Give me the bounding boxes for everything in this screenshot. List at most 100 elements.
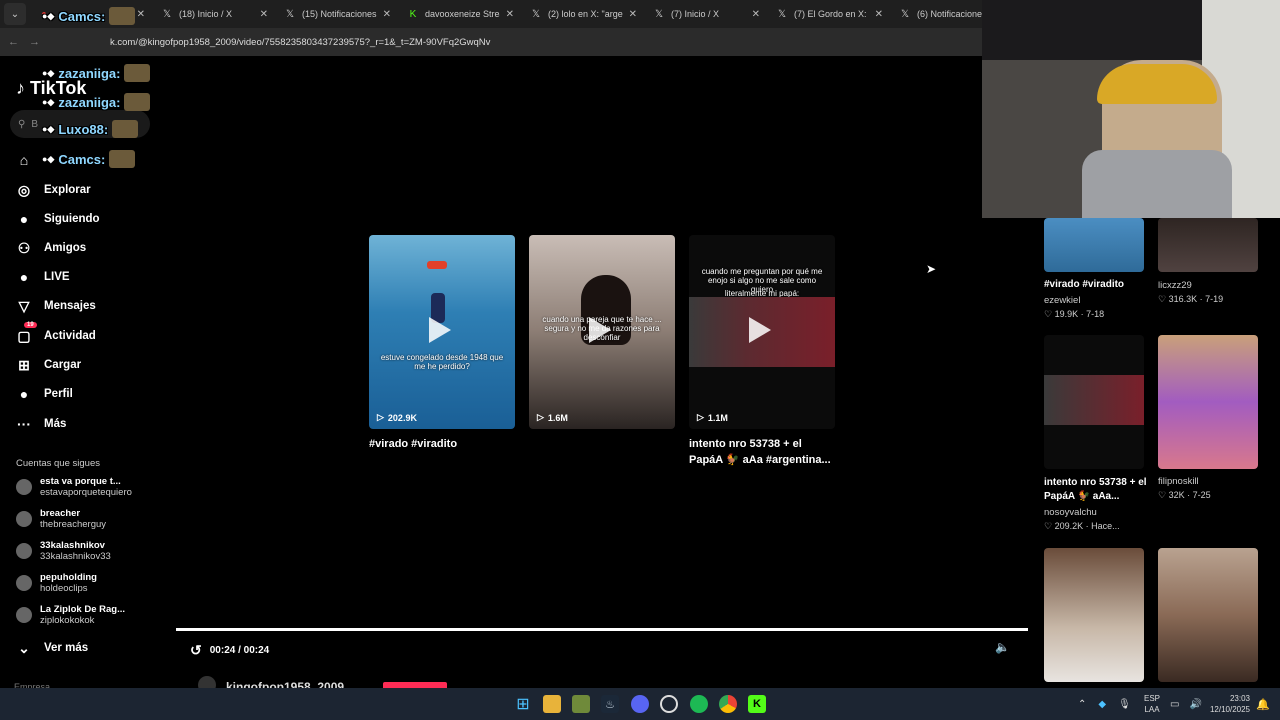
- defender-icon[interactable]: ◆: [1098, 699, 1106, 710]
- close-icon[interactable]: ✕: [752, 9, 760, 20]
- close-icon[interactable]: ✕: [875, 9, 883, 20]
- card-title-3[interactable]: intento nro 53738 + el PapáA 🐓 aAa #arge…: [689, 436, 835, 468]
- tab-4[interactable]: 𝕏 (2) lolo en X: "argenti... ✕: [522, 0, 645, 28]
- chat-emote-icon: [124, 64, 151, 82]
- close-icon[interactable]: ✕: [383, 9, 391, 20]
- avatar: [16, 607, 32, 623]
- chat-username: Luxo88:: [58, 121, 109, 137]
- related-video-3[interactable]: [1044, 335, 1144, 469]
- avatar: [16, 543, 32, 559]
- account-handle: thebreacherguy: [40, 519, 107, 530]
- volume-icon[interactable]: 🔈: [995, 640, 1010, 654]
- upload-icon: ⊞: [18, 356, 30, 373]
- account-handle: ziplokokokok: [40, 615, 95, 626]
- video-card-3[interactable]: cuando me preguntan por qué me enojo si …: [689, 235, 835, 429]
- tab-label: (7) El Gordo en X: "...: [794, 9, 869, 19]
- tray-icons: ▭ 🔊: [1170, 688, 1202, 720]
- view-count: ▷ 1.6M: [537, 412, 568, 423]
- avatar: [16, 479, 32, 495]
- spotify-icon[interactable]: [690, 695, 708, 713]
- discord-icon[interactable]: [631, 695, 649, 713]
- network-icon[interactable]: ▭: [1170, 699, 1179, 710]
- obs-icon[interactable]: [660, 695, 678, 713]
- kick-icon[interactable]: K: [748, 695, 766, 713]
- sidebar-item-más[interactable]: ··· Más: [16, 414, 66, 434]
- chat-emote-icon: [124, 93, 151, 111]
- forward-icon[interactable]: →: [29, 36, 40, 48]
- related-video-1[interactable]: [1044, 218, 1144, 272]
- x-logo-icon: 𝕏: [654, 8, 664, 20]
- related-video-5[interactable]: [1044, 548, 1144, 682]
- related-video-4[interactable]: [1158, 335, 1258, 469]
- chevron-down-icon: ⌄: [18, 639, 30, 656]
- tab-6[interactable]: 𝕏 (7) El Gordo en X: "... ✕: [768, 0, 891, 28]
- chat-badges-icon: ●◆: [42, 10, 55, 21]
- tab-label: (6) Notificaciones / X: [917, 9, 992, 19]
- play-small-icon: ▷: [537, 412, 544, 422]
- video-card-1[interactable]: estuve congelado desde 1948 que me he pe…: [369, 235, 515, 429]
- address-bar: ← → k.com/@kingofpop1958_2009/video/7558…: [0, 28, 982, 56]
- chevron-up-icon[interactable]: ⌃: [1078, 699, 1086, 710]
- close-icon[interactable]: ✕: [137, 9, 145, 20]
- progress-bar[interactable]: [176, 628, 1028, 631]
- card-title-1[interactable]: #virado #viradito: [369, 436, 515, 452]
- sidebar-item-siguiendo[interactable]: ● Siguiendo: [16, 209, 100, 229]
- sidebar-item-home[interactable]: ⌂: [16, 150, 32, 170]
- video-card-2[interactable]: cuando una pareja que te hace ... segura…: [529, 235, 675, 429]
- tab-1[interactable]: 𝕏 (18) Inicio / X ✕: [153, 0, 276, 28]
- sidebar-item-label: Siguiendo: [44, 213, 100, 225]
- mouse-cursor-icon: ➤: [926, 262, 937, 276]
- clock[interactable]: 23:03 12/10/2025: [1208, 688, 1250, 720]
- tab-search-button[interactable]: ⌄: [4, 3, 26, 25]
- followed-account[interactable]: breacher thebreacherguy: [16, 508, 106, 530]
- followed-account[interactable]: La Ziplok De Rag... ziplokokokok: [16, 604, 125, 626]
- close-icon[interactable]: ✕: [506, 9, 514, 20]
- sidebar-item-mensajes[interactable]: ▽ Mensajes: [16, 296, 96, 316]
- video-player-area: estuve congelado desde 1948 que me he pe…: [176, 56, 1028, 694]
- card-caption: estuve congelado desde 1948 que me he pe…: [380, 353, 504, 371]
- close-icon[interactable]: ✕: [629, 9, 637, 20]
- see-more-button[interactable]: ⌄ Ver más: [16, 638, 88, 658]
- close-icon[interactable]: ✕: [260, 9, 268, 20]
- related-meta-3: intento nro 53738 + el PapáA 🐓 aAa... no…: [1044, 477, 1147, 531]
- file-explorer-icon[interactable]: [543, 695, 561, 713]
- sidebar-item-explorar[interactable]: ◎ Explorar: [16, 180, 91, 200]
- back-icon[interactable]: ←: [8, 36, 19, 48]
- chat-username: Camcs:: [58, 151, 106, 167]
- play-icon: [589, 317, 611, 343]
- language-indicator[interactable]: ESP LAA: [1144, 688, 1160, 720]
- related-video-2[interactable]: [1158, 218, 1258, 272]
- volume-tray-icon[interactable]: 🔊: [1189, 699, 1201, 710]
- notification-bell-icon[interactable]: 🔔: [1256, 688, 1270, 720]
- chat-username: zazaniiga:: [58, 94, 121, 110]
- sidebar-item-perfil[interactable]: ● Perfil: [16, 384, 73, 404]
- app-icon[interactable]: [572, 695, 590, 713]
- account-name: La Ziplok De Rag...: [40, 604, 125, 615]
- followed-account[interactable]: esta va porque t... estavaporquetequiero: [16, 476, 132, 498]
- followed-account[interactable]: pepuholding holdeoclips: [16, 572, 97, 594]
- time-row: ↺ 00:24 / 00:24: [190, 642, 269, 659]
- tab-2[interactable]: 𝕏 (15) Notificaciones / X ✕: [276, 0, 399, 28]
- sidebar-item-cargar[interactable]: ⊞ Cargar: [16, 355, 81, 375]
- tab-3[interactable]: Kdavooxeneize Stream ✕: [399, 0, 522, 28]
- url-field[interactable]: k.com/@kingofpop1958_2009/video/75582358…: [110, 37, 490, 48]
- related-video-6[interactable]: [1158, 548, 1258, 682]
- steam-icon[interactable]: ♨: [601, 695, 619, 713]
- chat-username: Camcs:: [58, 8, 106, 24]
- microphone-icon[interactable]: 🎙: [1118, 699, 1131, 710]
- tab-label: (7) Inicio / X: [671, 9, 720, 19]
- compass-icon: ◎: [17, 181, 31, 198]
- sidebar-item-live[interactable]: ● LIVE: [16, 267, 70, 287]
- sidebar-item-label: Amigos: [44, 242, 87, 254]
- replay-icon[interactable]: ↺: [190, 642, 202, 659]
- windows-start-icon[interactable]: ⊞: [514, 695, 532, 713]
- windows-taskbar: ⊞ ♨ K ⌃ ◆ 🎙 ESP LAA ▭ 🔊 23:03 12/10/2025 🔔: [0, 688, 1280, 720]
- sidebar-item-label: Perfil: [44, 388, 73, 400]
- beanie: [1097, 64, 1217, 104]
- sidebar-item-amigos[interactable]: ⚇ Amigos: [16, 238, 86, 258]
- kick-icon: K: [409, 8, 417, 20]
- tab-5[interactable]: 𝕏 (7) Inicio / X ✕: [645, 0, 768, 28]
- sidebar-item-actividad[interactable]: ▢ 19 Actividad: [16, 321, 96, 346]
- followed-account[interactable]: 33kalashnikov 33kalashnikov33: [16, 540, 111, 562]
- chrome-icon[interactable]: [719, 695, 737, 713]
